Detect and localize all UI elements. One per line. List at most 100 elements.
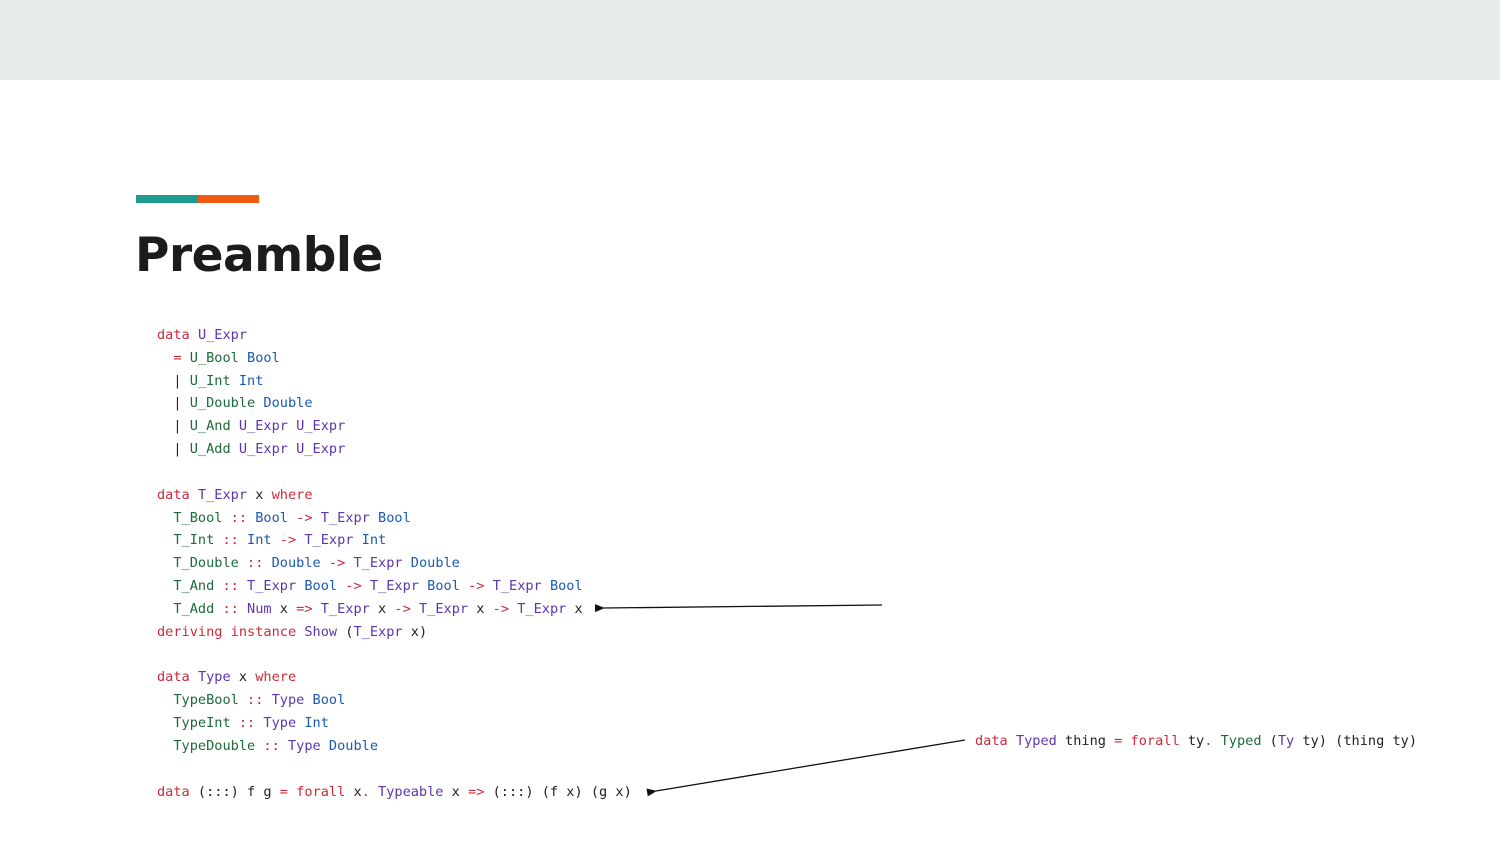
code-token: TypeBool	[173, 692, 239, 709]
code-token: ->	[468, 578, 485, 595]
code-token: x)	[402, 623, 428, 640]
code-token: T_Expr	[517, 600, 567, 617]
code-token: U_Bool	[189, 349, 239, 366]
code-token: x	[271, 600, 297, 617]
code-token: =>	[296, 600, 313, 617]
code-token: x	[247, 486, 272, 503]
arrow-to-t-add	[594, 604, 883, 613]
accent-bar-orange	[198, 195, 259, 203]
code-token: T_Bool	[173, 509, 223, 526]
code-token: ::	[222, 600, 239, 617]
code-token: U_Expr	[296, 418, 346, 435]
code-token: U_And	[189, 418, 231, 435]
code-token: Type	[197, 669, 231, 686]
code-token: Bool	[549, 578, 583, 595]
code-token: ::	[247, 555, 264, 572]
code-token: T_Expr	[304, 532, 354, 549]
code-token: Typed	[1015, 733, 1057, 749]
code-token: ->	[492, 600, 510, 617]
code-line: TypeDouble :: Type Double	[157, 735, 632, 758]
code-token: where	[255, 669, 297, 686]
code-token: ->	[296, 509, 313, 526]
code-token: T_Expr	[353, 555, 403, 572]
code-token: Bool	[427, 578, 460, 595]
code-token: x	[345, 783, 362, 800]
code-line: data T_Expr x where	[157, 484, 632, 507]
code-token: Typed	[1220, 733, 1262, 749]
code-line: | U_Add U_Expr U_Expr	[157, 438, 632, 461]
code-token: ->	[279, 532, 297, 549]
code-token: T_Expr	[369, 578, 419, 595]
code-token: T_Expr	[418, 600, 469, 617]
slide-title: Preamble	[135, 228, 383, 283]
code-token: ty	[1179, 733, 1205, 749]
code-token: (	[1261, 733, 1278, 749]
code-token: Type	[263, 715, 297, 732]
code-line: deriving instance Show (T_Expr x)	[157, 621, 632, 644]
code-token: T_Expr	[353, 623, 403, 640]
code-token: U_Int	[189, 372, 231, 389]
code-line: data (:::) f g = forall x. Typeable x =>…	[157, 781, 632, 804]
code-token: Show	[304, 623, 338, 640]
code-token: U_Expr	[296, 441, 346, 458]
code-token: deriving	[157, 623, 223, 640]
code-line: TypeInt :: Type Int	[157, 712, 632, 735]
code-line: data Type x where	[157, 666, 632, 689]
code-token: Double	[410, 555, 460, 572]
accent-bar-teal	[136, 195, 198, 203]
code-token: U_Expr	[238, 418, 288, 435]
code-token: |	[157, 395, 190, 412]
code-token: ->	[328, 555, 346, 572]
code-token: TypeInt	[173, 715, 231, 732]
code-token: where	[271, 486, 313, 503]
top-band	[0, 0, 1500, 80]
code-token: x	[566, 600, 583, 617]
code-token: (:::) f g	[189, 783, 280, 800]
code-token: T_And	[173, 578, 215, 595]
code-token: Type	[287, 737, 321, 754]
code-token: x	[230, 669, 256, 686]
code-line: T_Bool :: Bool -> T_Expr Bool	[157, 507, 632, 530]
code-token: Double	[263, 395, 313, 412]
code-line: T_Add :: Num x => T_Expr x -> T_Expr x -…	[157, 598, 632, 621]
code-token: Int	[238, 372, 264, 389]
code-token: T_Expr	[320, 509, 370, 526]
code-token: Bool	[312, 692, 346, 709]
code-token: Type	[271, 692, 305, 709]
code-token: U_Expr	[238, 441, 288, 458]
code-token: T_Double	[173, 555, 239, 572]
code-token: Num	[247, 600, 272, 617]
code-token: x	[468, 600, 493, 617]
code-token: data	[157, 486, 190, 503]
code-token: Int	[304, 715, 329, 732]
code-line: | U_Double Double	[157, 392, 632, 415]
code-token: T_Add	[173, 600, 215, 617]
code-token: ty) (thing ty)	[1294, 733, 1418, 749]
code-token: thing	[1056, 733, 1115, 749]
code-line: data Typed thing = forall ty. Typed (Ty …	[975, 730, 1417, 752]
